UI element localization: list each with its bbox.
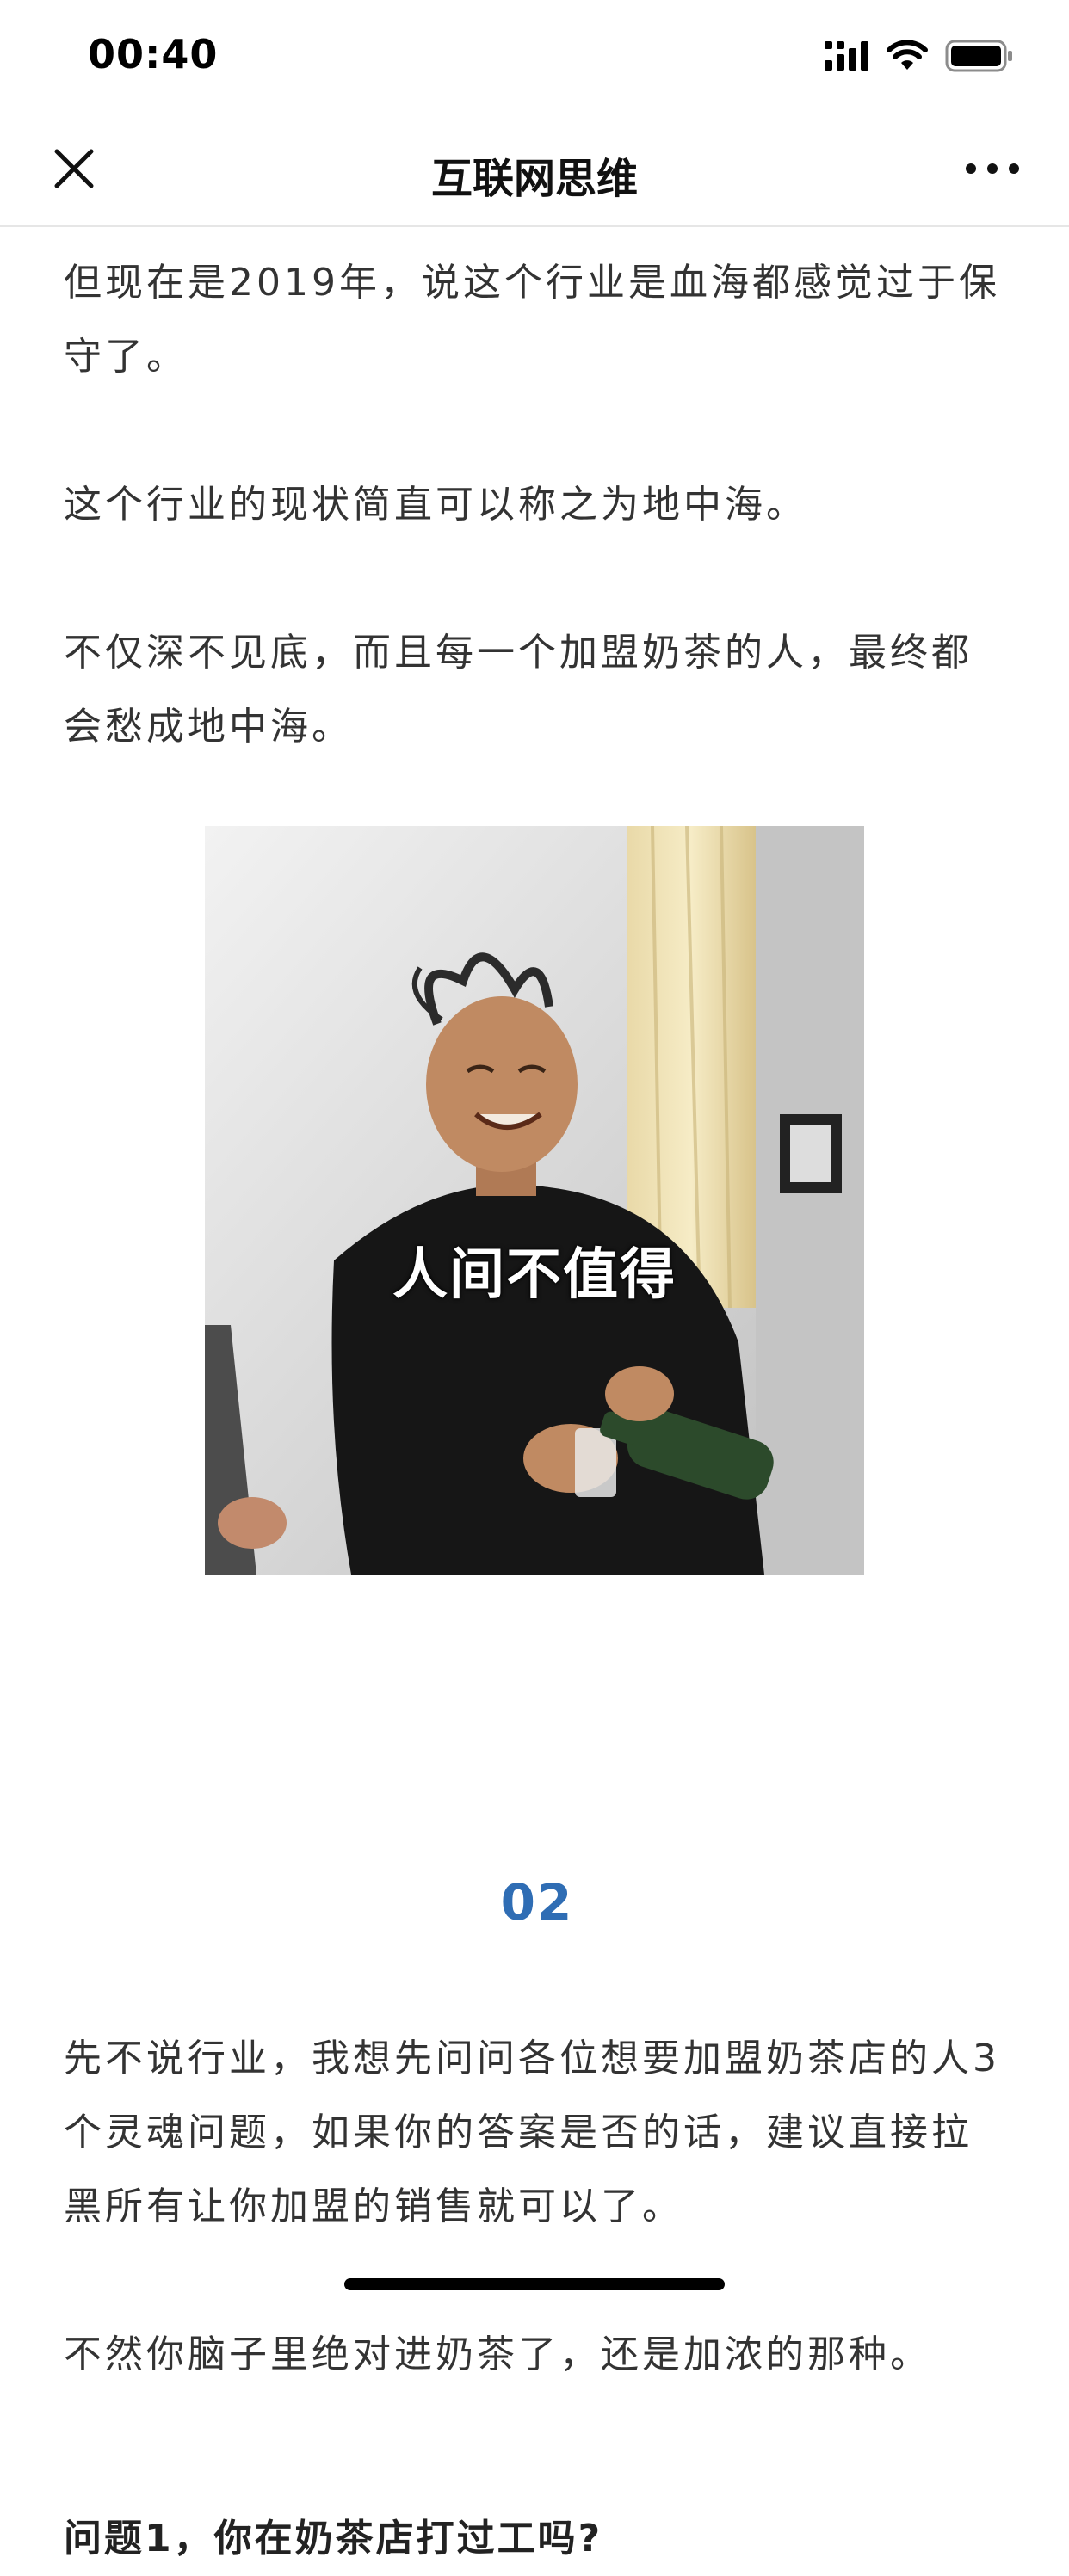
question-heading: 问题1，你在奶茶店打过工吗? xyxy=(64,2517,603,2561)
paragraph: 这个行业的现状简直可以称之为地中海。 xyxy=(64,483,807,527)
status-time: 00:40 xyxy=(88,31,219,77)
wifi-icon xyxy=(887,40,928,70)
paragraph: 先不说行业，我想先问问各位想要加盟奶茶店的人3个灵魂问题，如果你的答案是否的话，… xyxy=(64,2037,1000,2228)
signal-icon xyxy=(825,41,868,71)
status-bar: 00:40 xyxy=(0,0,1069,117)
battery-icon xyxy=(945,40,1012,72)
page-title: 互联网思维 xyxy=(430,155,638,203)
nav-bar: 互联网思维 xyxy=(0,117,1069,227)
paragraph: 但现在是2019年，说这个行业是血海都感觉过于保守了。 xyxy=(64,261,1000,379)
paragraph: 不仅深不见底，而且每一个加盟奶茶的人，最终都会愁成地中海。 xyxy=(64,631,973,749)
meme-image[interactable]: 人间不值得 xyxy=(205,826,864,1575)
meme-caption: 人间不值得 xyxy=(392,1243,677,1307)
status-icons xyxy=(825,40,1014,72)
section-number: 02 xyxy=(500,1873,574,1932)
paragraph: 不然你脑子里绝对进奶茶了，还是加浓的那种。 xyxy=(64,2333,931,2376)
more-icon[interactable] xyxy=(962,143,1023,194)
meme-illustration xyxy=(205,826,864,1575)
home-indicator[interactable] xyxy=(344,2278,725,2290)
